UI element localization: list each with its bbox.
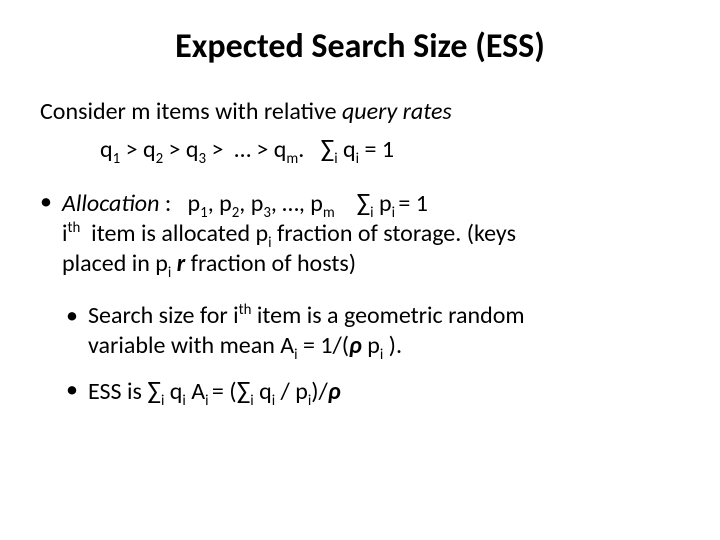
intro-italic: query rates xyxy=(342,97,452,126)
allocation-label: Allocation xyxy=(62,189,159,218)
ess-line: ESS is ∑i qi Ai = (∑i qi / pi)/ρ xyxy=(88,375,680,407)
allocation-line2: ith item is allocated pi fraction of sto… xyxy=(62,219,680,249)
search-size-line2: variable with mean Ai = 1/(ρ pi ). xyxy=(88,331,680,361)
allocation-rest: : p1, p2, p3, …, pm ∑i pi = 1 xyxy=(159,189,427,218)
slide-title: Expected Search Size (ESS) xyxy=(40,26,680,67)
intro-prefix: Consider m items with relative xyxy=(40,97,342,126)
search-size-bullet: • Search size for ith item is a geometri… xyxy=(66,301,680,361)
allocation-line3: placed in pi r fraction of hosts) xyxy=(62,249,680,279)
allocation-bullet: • Allocation : p1, p2, p3, …, pm ∑i pi =… xyxy=(40,187,680,279)
query-rates-equation: q1 > q2 > q3 > … > qm. ∑i qi = 1 xyxy=(100,133,680,165)
bullet-dot: • xyxy=(40,187,62,217)
ess-bullet: • ESS is ∑i qi Ai = (∑i qi / pi)/ρ xyxy=(66,375,680,407)
bullet-dot: • xyxy=(66,301,88,331)
sub-bullets: • Search size for ith item is a geometri… xyxy=(66,301,680,407)
bullet-dot: • xyxy=(66,375,88,405)
intro-line: Consider m items with relative query rat… xyxy=(40,97,680,127)
slide-body: Consider m items with relative query rat… xyxy=(40,97,680,407)
allocation-line1: Allocation : p1, p2, p3, …, pm ∑i pi = 1 xyxy=(62,187,680,219)
search-size-line1: Search size for ith item is a geometric … xyxy=(88,301,680,331)
